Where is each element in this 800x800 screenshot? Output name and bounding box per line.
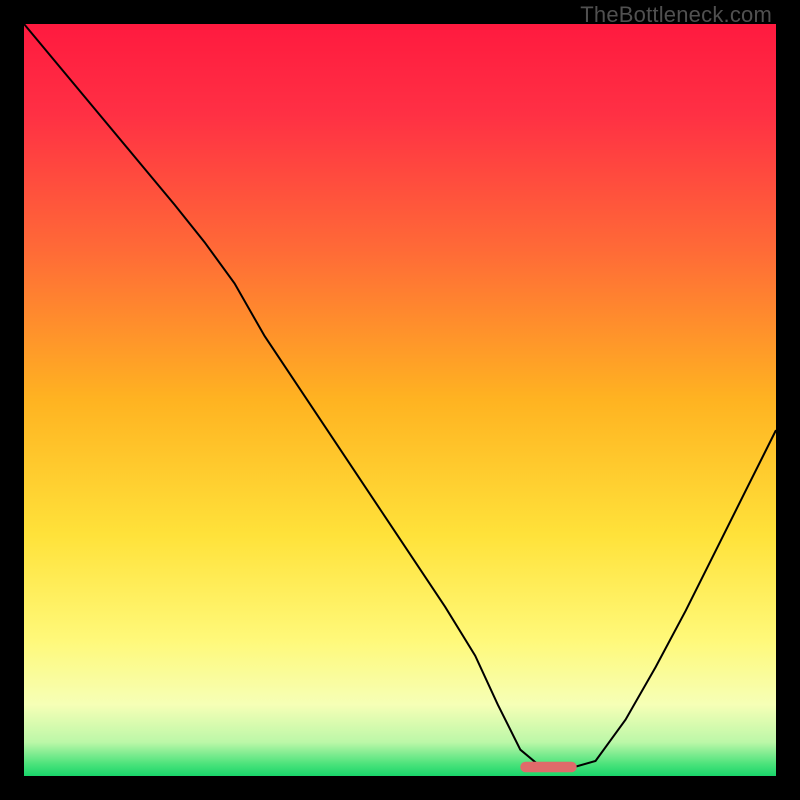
optimal-range-marker <box>520 762 576 773</box>
chart-frame <box>24 24 776 776</box>
gradient-background <box>24 24 776 776</box>
watermark-text: TheBottleneck.com <box>580 2 772 28</box>
bottleneck-chart <box>24 24 776 776</box>
